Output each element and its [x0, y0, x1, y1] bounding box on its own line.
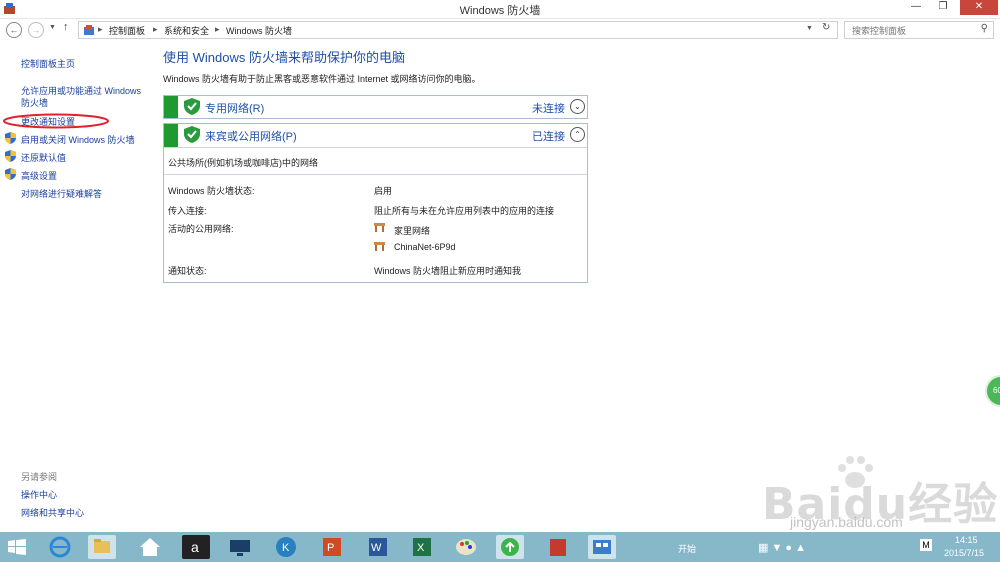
- address-dropdown-icon[interactable]: ▼: [806, 25, 813, 32]
- uac-shield-icon: [5, 150, 16, 162]
- control-panel-home-link[interactable]: 控制面板主页: [21, 57, 75, 70]
- powerpoint-icon[interactable]: P: [318, 535, 346, 559]
- green-app-icon[interactable]: [496, 535, 524, 559]
- network-bench-icon: [374, 242, 385, 251]
- breadcrumb-firewall[interactable]: Windows 防火墙: [226, 24, 292, 37]
- chevron-down-icon[interactable]: ⌄: [570, 99, 585, 114]
- public-network-status: 已连接: [532, 131, 565, 143]
- start-button[interactable]: [8, 539, 26, 555]
- taskbar-date[interactable]: 2015/7/15: [944, 548, 984, 558]
- k-app-icon[interactable]: K: [272, 535, 300, 559]
- private-network-panel[interactable]: 专用网络(R) 未连接 ⌄: [163, 95, 588, 119]
- status-bar: [164, 96, 178, 118]
- title-bar: Windows 防火墙 — ❐ ✕: [0, 0, 1000, 19]
- troubleshoot-link[interactable]: 对网络进行疑难解答: [21, 187, 102, 200]
- active-networks-label: 活动的公用网络:: [168, 224, 234, 234]
- control-panel-icon: [84, 25, 94, 35]
- breadcrumb-system-security[interactable]: 系统和安全: [164, 24, 209, 37]
- search-input[interactable]: [850, 23, 974, 39]
- file-explorer-icon[interactable]: [88, 535, 116, 559]
- private-network-status: 未连接: [532, 103, 565, 115]
- breadcrumb-separator-icon: ▸: [215, 24, 220, 34]
- network-sharing-center-link[interactable]: 网络和共享中心: [21, 506, 84, 519]
- input-method-icon[interactable]: M: [920, 539, 932, 551]
- refresh-icon[interactable]: ↻: [822, 22, 830, 33]
- incoming-connections-label: 传入连接:: [168, 206, 207, 216]
- svg-text:K: K: [282, 542, 290, 554]
- private-network-name: 专用网络(R): [205, 103, 265, 115]
- notification-state-value: Windows 防火墙阻止新应用时通知我: [374, 266, 522, 276]
- network-bench-icon: [374, 223, 385, 232]
- firewall-state-value: 启用: [374, 186, 393, 196]
- control-panel-taskbar-icon[interactable]: [588, 535, 616, 559]
- taskbar-overlay-label: 开始: [678, 544, 697, 554]
- amazon-icon[interactable]: a: [182, 535, 210, 559]
- navigation-bar: ← → ▼ ↑ ▸ 控制面板 ▸ 系统和安全 ▸ Windows 防火墙 ▼ ↻…: [0, 19, 1000, 41]
- uac-shield-icon: [5, 168, 16, 180]
- forward-button[interactable]: →: [28, 22, 44, 38]
- status-bar: [164, 124, 178, 147]
- page-description: Windows 防火墙有助于防止黑客或恶意软件通过 Internet 或网络访问…: [163, 74, 481, 84]
- window-title: Windows 防火墙: [459, 5, 541, 17]
- allow-app-link-line2[interactable]: 防火墙: [21, 96, 48, 109]
- public-network-panel: 来宾或公用网络(P) 已连接 ⌃ 公共场所(例如机场或咖啡店)中的网络 Wind…: [163, 123, 588, 283]
- breadcrumb-separator-icon: ▸: [98, 24, 103, 34]
- red-app-icon[interactable]: [544, 535, 572, 559]
- close-button[interactable]: ✕: [960, 0, 998, 15]
- system-tray-icons[interactable]: ▦ ▼ ● ▲: [758, 541, 806, 554]
- floating-badge[interactable]: 60: [985, 375, 1000, 407]
- svg-text:P: P: [327, 542, 334, 554]
- page-title: 使用 Windows 防火墙来帮助保护你的电脑: [163, 50, 405, 65]
- svg-text:X: X: [417, 542, 425, 554]
- search-box: ⚲: [844, 21, 994, 39]
- advanced-settings-link[interactable]: 高级设置: [21, 169, 57, 182]
- lenovo-display-icon[interactable]: [226, 535, 254, 559]
- notification-state-label: 通知状态:: [168, 266, 207, 276]
- divider: [164, 147, 587, 148]
- divider: [164, 174, 587, 175]
- active-network-ssid: ChinaNet-6P9d: [394, 242, 456, 252]
- firewall-state-label: Windows 防火墙状态:: [168, 186, 255, 196]
- see-also-heading: 另请参阅: [21, 472, 58, 482]
- public-network-name[interactable]: 来宾或公用网络(P): [205, 128, 297, 144]
- change-notification-link[interactable]: 更改通知设置: [21, 115, 75, 128]
- recent-dropdown-icon[interactable]: ▼: [49, 24, 56, 31]
- incoming-connections-value: 阻止所有与未在允许应用列表中的应用的连接: [374, 206, 555, 216]
- shield-check-icon: [184, 126, 200, 143]
- up-arrow-icon[interactable]: ↑: [63, 21, 69, 33]
- toggle-firewall-link[interactable]: 启用或关闭 Windows 防火墙: [21, 133, 135, 146]
- taskbar: a K P W X 开始 ▦ ▼ ● ▲ M 14:15 2015/7/15: [0, 532, 1000, 562]
- public-network-description: 公共场所(例如机场或咖啡店)中的网络: [168, 158, 318, 168]
- search-icon[interactable]: ⚲: [981, 23, 988, 34]
- uac-shield-icon: [5, 132, 16, 144]
- taskbar-time[interactable]: 14:15: [955, 535, 978, 545]
- chevron-up-icon[interactable]: ⌃: [570, 127, 585, 142]
- back-button[interactable]: ←: [6, 22, 22, 38]
- home-icon[interactable]: [136, 535, 164, 559]
- action-center-link[interactable]: 操作中心: [21, 488, 57, 501]
- minimize-button[interactable]: —: [905, 0, 927, 15]
- maximize-button[interactable]: ❐: [932, 0, 954, 15]
- address-bar[interactable]: ▸ 控制面板 ▸ 系统和安全 ▸ Windows 防火墙 ▼ ↻: [78, 21, 838, 39]
- active-network-name: 家里网络: [394, 226, 431, 236]
- shield-check-icon: [184, 98, 200, 115]
- paint-icon[interactable]: [452, 535, 480, 559]
- breadcrumb-separator-icon: ▸: [153, 24, 158, 34]
- watermark-url: jingyan.baidu.com: [790, 514, 903, 530]
- ie-icon[interactable]: [46, 535, 74, 559]
- excel-icon[interactable]: X: [408, 535, 436, 559]
- word-icon[interactable]: W: [364, 535, 392, 559]
- restore-defaults-link[interactable]: 还原默认值: [21, 151, 66, 164]
- breadcrumb-control-panel[interactable]: 控制面板: [109, 24, 145, 37]
- svg-text:a: a: [191, 539, 199, 555]
- svg-text:W: W: [371, 542, 382, 554]
